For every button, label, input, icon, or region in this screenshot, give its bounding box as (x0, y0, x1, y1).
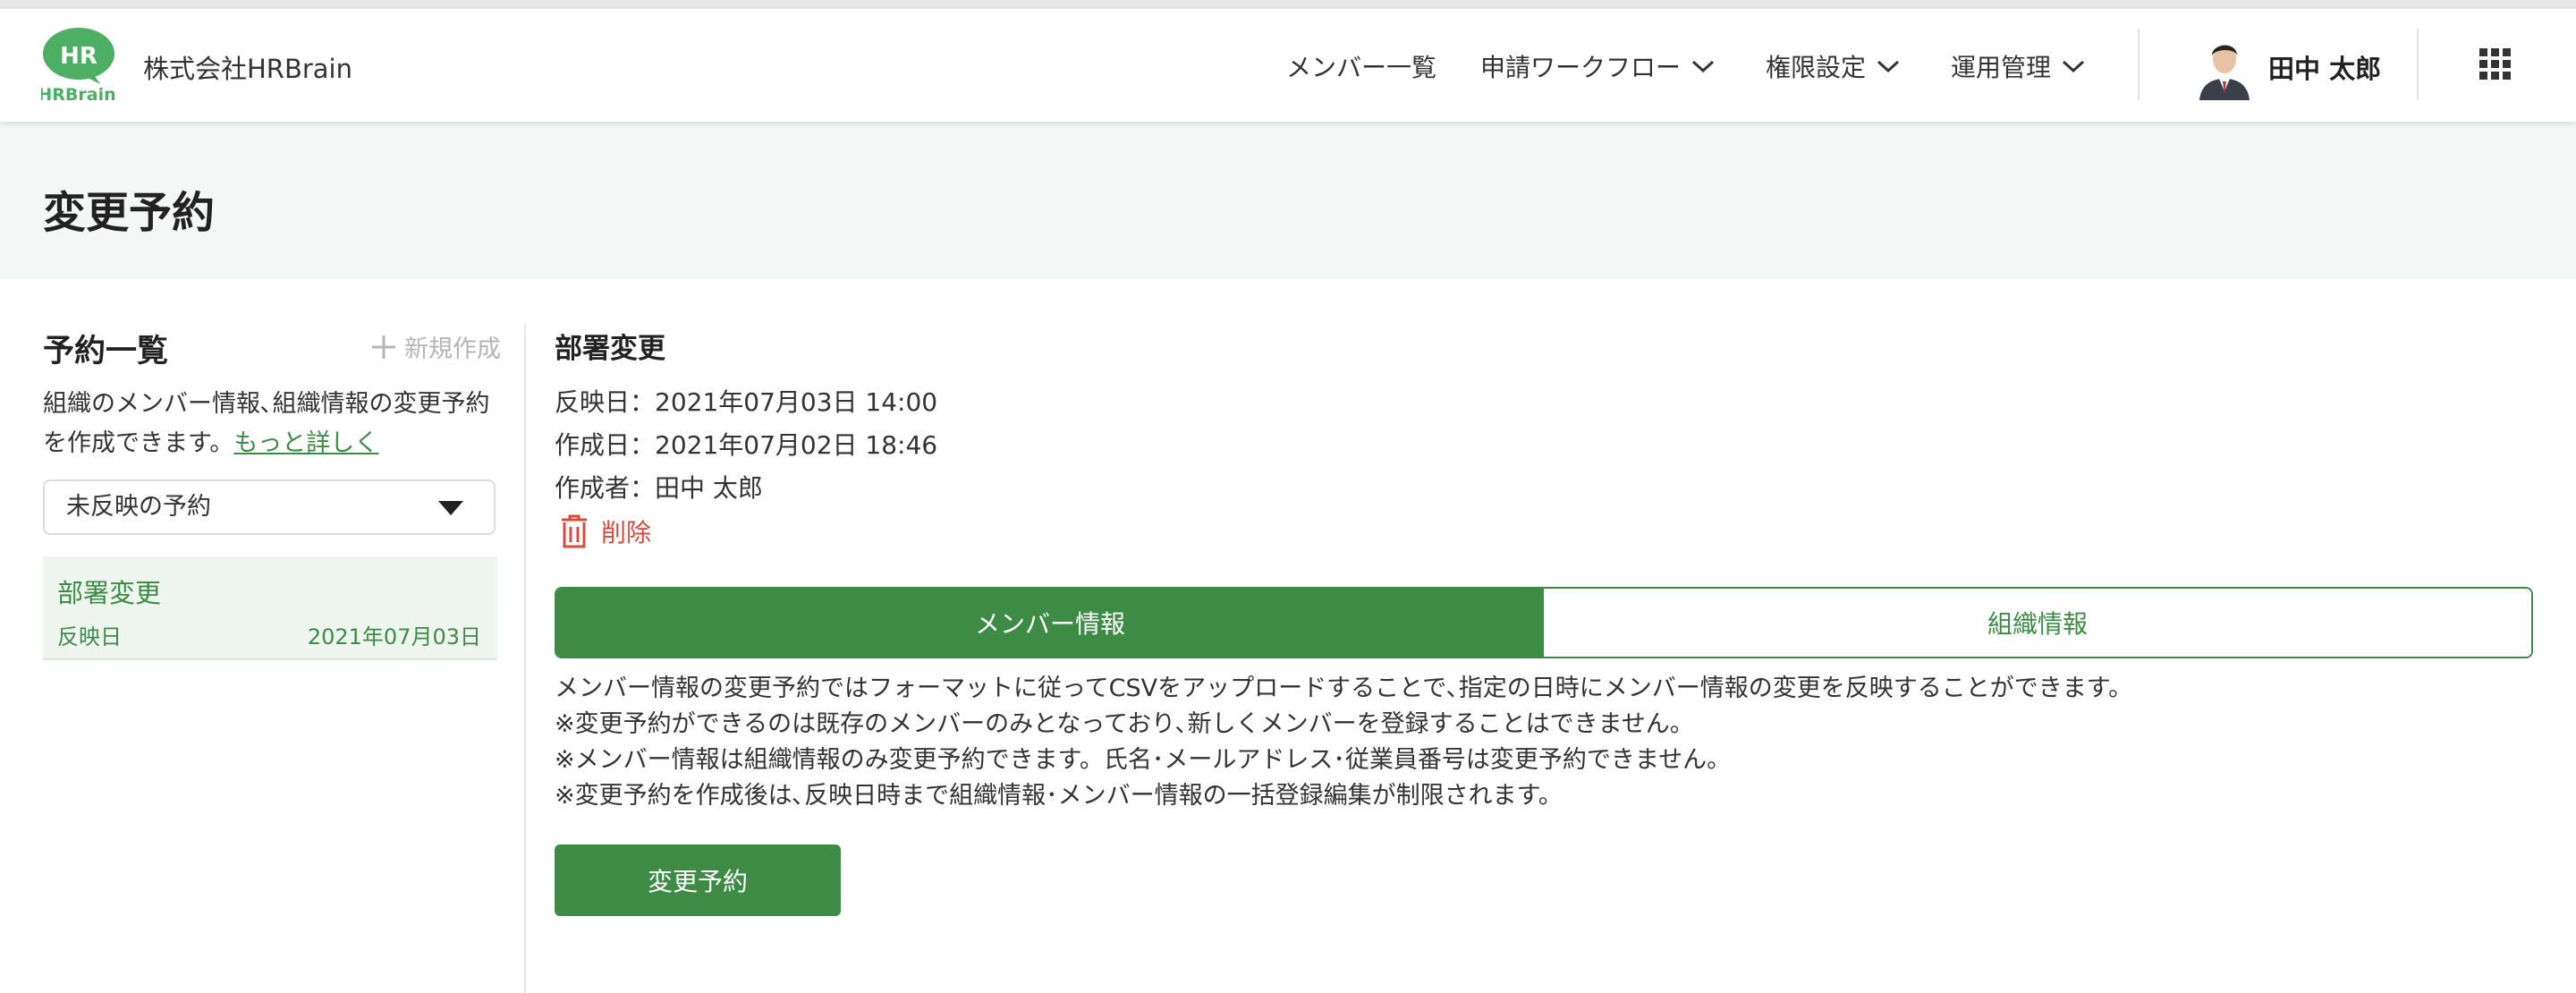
header-divider (2138, 29, 2140, 100)
nav-operations-label: 運用管理 (1951, 53, 2052, 82)
chevron-down-icon (1692, 60, 1715, 73)
change-reservation-button[interactable]: 変更予約 (555, 844, 841, 916)
note-line: メンバー情報の変更予約ではフォーマットに従ってCSVをアップロードすることで､指… (555, 675, 2133, 702)
sidebar-title: 予約一覧 (43, 334, 169, 369)
tab-member-info[interactable]: メンバー情報 (556, 589, 1544, 657)
delete-label: 削除 (601, 518, 652, 547)
grid-apps-icon[interactable] (2479, 48, 2512, 81)
reservation-item-title: 部署変更 (57, 578, 162, 608)
tab-organization-info[interactable]: 組織情報 (1544, 589, 2531, 657)
nav-workflow-label: 申請ワークフロー (1480, 53, 1682, 82)
app-header: HR HRBrain 株式会社HRBrain メンバー一覧 申請ワークフロー 権… (0, 9, 2576, 122)
nav-workflow[interactable]: 申請ワークフロー (1480, 48, 1715, 84)
reservation-list-item[interactable]: 部署変更 反映日 2021年07月03日 (43, 556, 497, 660)
note-line: ※変更予約ができるのは既存のメンバーのみとなっており､新しくメンバーを登録するこ… (555, 710, 1694, 738)
info-tabs: メンバー情報 組織情報 (555, 587, 2533, 658)
reservation-filter-select[interactable]: 未反映の予約 (43, 480, 496, 535)
filter-selected-value: 未反映の予約 (66, 493, 211, 521)
detail-title: 部署変更 (555, 333, 665, 365)
top-border (0, 0, 2576, 9)
created-date: 作成日：2021年07月02日 18:46 (555, 430, 938, 460)
page-header: 変更予約 (0, 122, 2576, 279)
learn-more-link[interactable]: もっと詳しく (233, 429, 378, 457)
note-line: ※メンバー情報は組織情報のみ変更予約できます。氏名･メールアドレス･従業員番号は… (555, 746, 1732, 774)
logo-wordmark: HRBrain (41, 85, 116, 104)
hrbrain-logo[interactable]: HR HRBrain (38, 27, 116, 105)
user-name[interactable]: 田中 太郎 (2268, 48, 2381, 86)
page-title: 変更予約 (43, 188, 216, 238)
author: 作成者：田中 太郎 (555, 473, 763, 503)
nav-member-list-label: メンバー一覧 (1286, 53, 1437, 82)
new-reservation-button[interactable]: 新規作成 (370, 329, 501, 364)
nav-permissions-label: 権限設定 (1766, 53, 1867, 82)
delete-button[interactable]: 削除 (560, 513, 651, 549)
notes: メンバー情報の変更予約ではフォーマットに従ってCSVをアップロードすることで､指… (555, 671, 2533, 814)
reservation-item-date: 2021年07月03日 (307, 624, 481, 649)
header-divider (2417, 29, 2419, 100)
new-reservation-label: 新規作成 (404, 335, 501, 363)
chevron-down-icon (2063, 60, 2085, 73)
plus-icon (372, 335, 395, 359)
nav-operations[interactable]: 運用管理 (1951, 48, 2085, 84)
caret-down-icon (438, 501, 463, 515)
user-avatar[interactable] (2196, 32, 2253, 100)
reflect-date: 反映日：2021年07月03日 14:00 (555, 387, 938, 417)
nav-permissions[interactable]: 権限設定 (1766, 48, 1900, 84)
chevron-down-icon (1877, 60, 1900, 73)
trash-icon (562, 514, 587, 548)
note-line: ※変更予約を作成後は､反映日時まで組織情報･メンバー情報の一括登録編集が制限され… (555, 782, 1563, 810)
reservation-item-date-label: 反映日 (57, 624, 122, 649)
column-divider (524, 324, 526, 993)
company-name: 株式会社HRBrain (143, 54, 352, 84)
sidebar-description: 組織のメンバー情報､組織情報の変更予約を作成できます。もっと詳しく (43, 385, 508, 463)
nav-member-list[interactable]: メンバー一覧 (1286, 48, 1436, 84)
logo-mark-text: HR (60, 43, 97, 70)
